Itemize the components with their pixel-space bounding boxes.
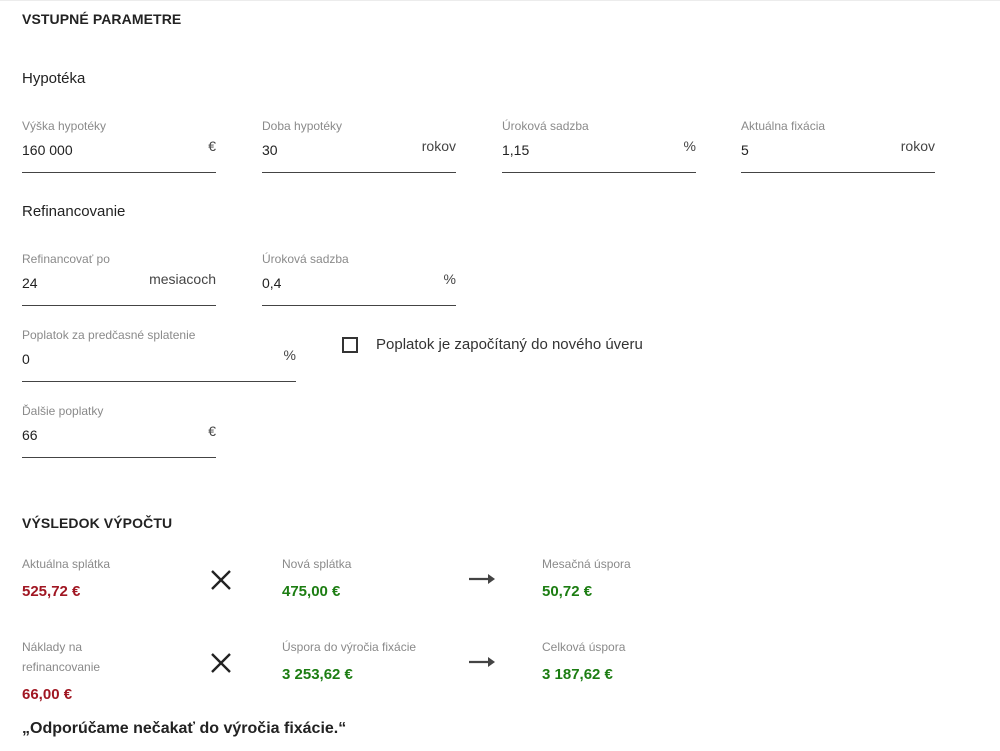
mortgage-term-underline [262, 172, 456, 173]
fee-included-checkbox[interactable] [342, 336, 358, 353]
refinance-rate-input[interactable] [262, 272, 412, 294]
mortgage-rate-input[interactable] [502, 139, 652, 161]
early-fee-label: Poplatok za predčasné splatenie [22, 328, 196, 342]
recommendation-text: „Odporúčame nečakať do výročia fixácie.“ [22, 720, 347, 737]
refinance-after-underline [22, 305, 216, 306]
refinance-rate-unit: % [443, 271, 456, 287]
refi-costs-label-line1: Náklady na [22, 640, 83, 654]
mortgage-heading: Hypotéka [22, 70, 86, 87]
new-payment-label: Nová splátka [282, 557, 352, 571]
other-fees-input[interactable] [22, 424, 172, 446]
input-section-title: VSTUPNÉ PARAMETRE [22, 11, 182, 27]
early-fee-input[interactable] [22, 348, 242, 370]
mortgage-fixation-field: Aktuálna fixácia rokov [741, 119, 935, 173]
current-payment-label: Aktuálna splátka [22, 557, 111, 571]
saving-to-fixation-label: Úspora do výročia fixácie [282, 640, 417, 654]
refinance-after-input[interactable] [22, 272, 132, 294]
refinance-after-label: Refinancovať po [22, 252, 110, 266]
mortgage-amount-field: Výška hypotéky € [22, 119, 216, 173]
other-fees-label: Ďalšie poplatky [22, 404, 104, 418]
early-fee-unit: % [283, 347, 296, 363]
times-icon [211, 570, 231, 590]
new-payment-value: 475,00 € [282, 583, 341, 600]
other-fees-unit: € [208, 423, 216, 439]
other-fees-underline [22, 457, 216, 458]
mortgage-term-input[interactable] [262, 139, 412, 161]
mortgage-amount-label: Výška hypotéky [22, 119, 107, 133]
mortgage-term-label: Doba hypotéky [262, 119, 343, 133]
mortgage-term-unit: rokov [421, 138, 456, 154]
refi-costs-label-line2: refinancovanie [22, 660, 101, 674]
refi-costs-value: 66,00 € [22, 686, 73, 703]
arrow-right-icon [469, 574, 495, 584]
top-divider [0, 0, 1000, 1]
refinance-after-unit: mesiacoch [149, 271, 216, 287]
mortgage-amount-unit: € [208, 138, 216, 154]
mortgage-amount-input[interactable] [22, 139, 172, 161]
saving-to-fixation-value: 3 253,62 € [282, 666, 353, 683]
refinance-rate-label: Úroková sadzba [262, 252, 349, 266]
early-fee-field: Poplatok za predčasné splatenie % [22, 328, 296, 382]
refinance-rate-underline [262, 305, 456, 306]
arrow-right-icon [469, 657, 495, 667]
refinance-rate-field: Úroková sadzba % [262, 252, 456, 306]
refinancing-heading: Refinancovanie [22, 203, 126, 220]
monthly-saving-label: Mesačná úspora [542, 557, 631, 571]
result-section-title: VÝSLEDOK VÝPOČTU [22, 515, 173, 531]
total-saving-label: Celková úspora [542, 640, 626, 654]
other-fees-field: Ďalšie poplatky € [22, 404, 216, 458]
mortgage-rate-unit: % [683, 138, 696, 154]
mortgage-amount-underline [22, 172, 216, 173]
mortgage-fixation-input[interactable] [741, 139, 891, 161]
mortgage-rate-field: Úroková sadzba % [502, 119, 696, 173]
total-saving-value: 3 187,62 € [542, 666, 613, 683]
mortgage-fixation-underline [741, 172, 935, 173]
fee-included-option[interactable]: Poplatok je započítaný do nového úveru [342, 336, 643, 353]
mortgage-rate-label: Úroková sadzba [502, 119, 589, 133]
current-payment-value: 525,72 € [22, 583, 81, 600]
mortgage-rate-underline [502, 172, 696, 173]
times-icon [211, 653, 231, 673]
early-fee-underline [22, 381, 296, 382]
fee-included-label[interactable]: Poplatok je započítaný do nového úveru [376, 336, 643, 353]
mortgage-fixation-unit: rokov [900, 138, 935, 154]
mortgage-fixation-label: Aktuálna fixácia [741, 119, 826, 133]
mortgage-term-field: Doba hypotéky rokov [262, 119, 456, 173]
refinance-after-field: Refinancovať po mesiacoch [22, 252, 216, 306]
monthly-saving-value: 50,72 € [542, 583, 593, 600]
